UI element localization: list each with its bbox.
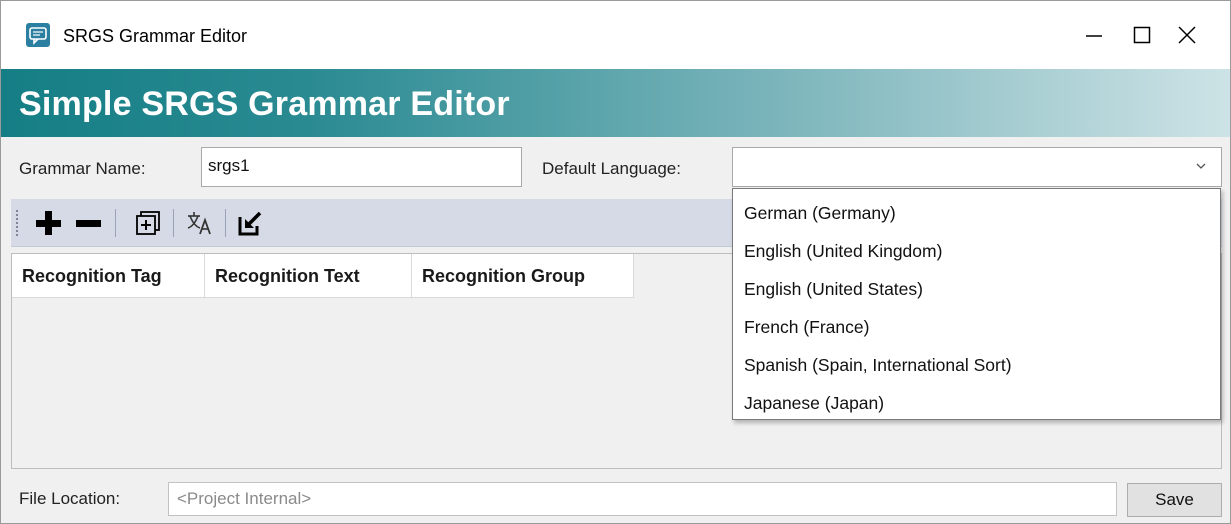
title-bar: SRGS Grammar Editor	[1, 1, 1230, 69]
column-header-recognition-group[interactable]: Recognition Group	[412, 254, 634, 298]
language-option[interactable]: Japanese (Japan)	[733, 383, 1220, 421]
window-title: SRGS Grammar Editor	[63, 26, 248, 46]
language-option[interactable]: Spanish (Spain, International Sort)	[733, 345, 1220, 383]
language-option[interactable]: English (United States)	[733, 269, 1220, 307]
close-icon	[1178, 26, 1196, 44]
grammar-name-label: Grammar Name:	[19, 159, 146, 178]
grid-header: Recognition Tag Recognition Text Recogni…	[12, 254, 634, 298]
add-group-icon	[136, 211, 160, 235]
page-title: Simple SRGS Grammar Editor	[19, 85, 510, 123]
maximize-button[interactable]	[1119, 17, 1165, 53]
header-banner: Simple SRGS Grammar Editor	[1, 69, 1230, 137]
column-header-recognition-tag[interactable]: Recognition Tag	[12, 254, 205, 298]
plus-icon	[36, 211, 61, 235]
chevron-down-icon	[1196, 163, 1206, 169]
file-location-input[interactable]: <Project Internal>	[168, 482, 1117, 516]
export-button[interactable]	[231, 205, 269, 241]
maximize-icon	[1133, 26, 1151, 44]
column-header-recognition-text[interactable]: Recognition Text	[205, 254, 412, 298]
language-option[interactable]: English (United Kingdom)	[733, 231, 1220, 269]
toolbar-grip[interactable]	[15, 209, 19, 237]
save-button[interactable]: Save	[1127, 483, 1222, 517]
default-language-select[interactable]	[732, 147, 1222, 187]
language-option[interactable]: German (Germany)	[733, 193, 1220, 231]
add-row-button[interactable]	[29, 205, 67, 241]
minimize-icon	[1086, 35, 1102, 37]
toolbar-separator	[115, 209, 116, 237]
translate-icon	[187, 212, 211, 235]
close-button[interactable]	[1164, 17, 1210, 53]
remove-row-button[interactable]	[69, 205, 107, 241]
translate-button[interactable]	[181, 205, 219, 241]
grammar-name-input[interactable]: srgs1	[201, 147, 522, 187]
app-icon	[26, 23, 50, 47]
toolbar-separator	[225, 209, 226, 237]
add-group-button[interactable]	[129, 205, 167, 241]
toolbar-separator	[173, 209, 174, 237]
app-window: SRGS Grammar Editor Simple SRGS Grammar …	[0, 0, 1231, 524]
export-icon	[238, 211, 262, 236]
default-language-label: Default Language:	[542, 159, 681, 178]
language-option[interactable]: French (France)	[733, 307, 1220, 345]
language-dropdown-list: German (Germany) English (United Kingdom…	[732, 188, 1221, 420]
minus-icon	[76, 220, 101, 227]
file-location-label: File Location:	[19, 489, 121, 508]
minimize-button[interactable]	[1071, 17, 1117, 53]
